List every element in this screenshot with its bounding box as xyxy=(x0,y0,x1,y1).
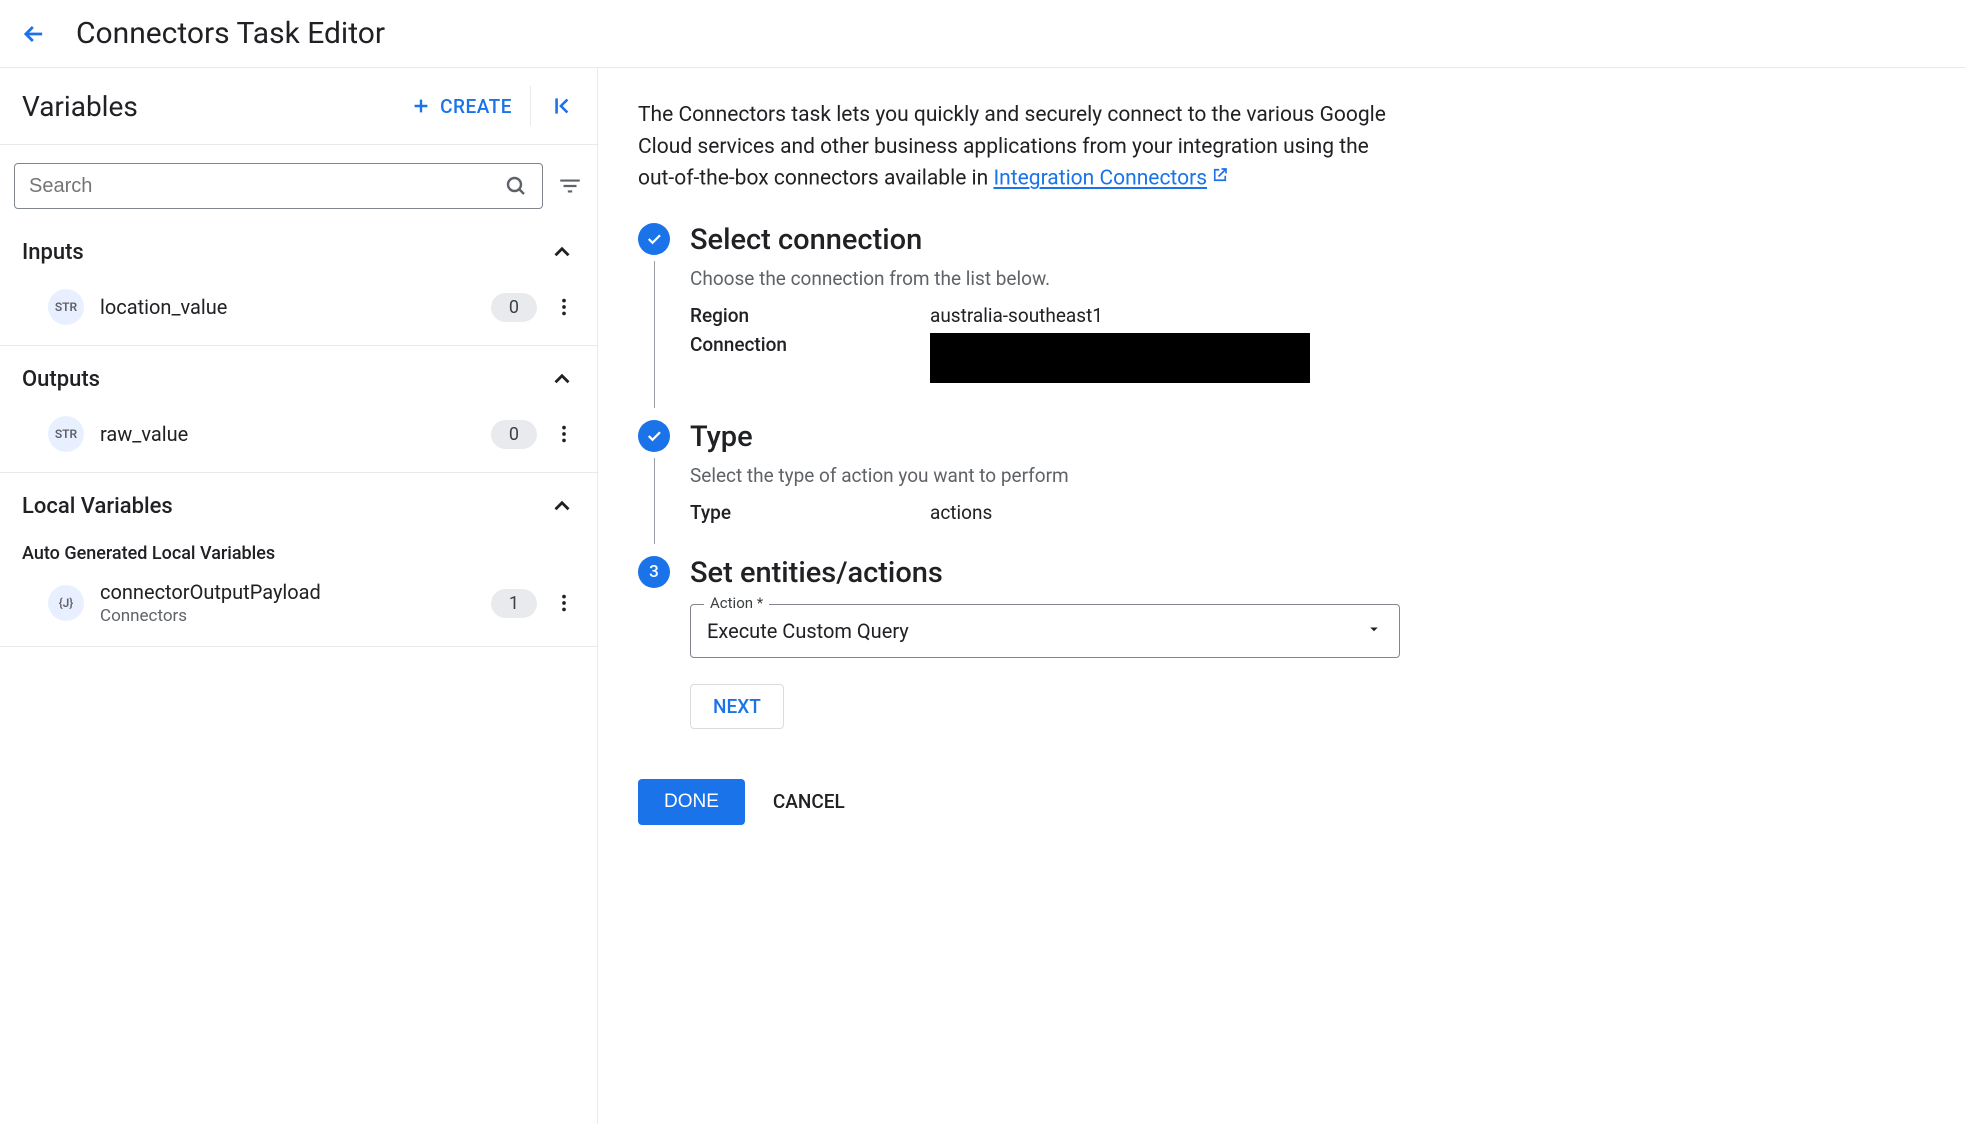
done-button[interactable]: DONE xyxy=(638,779,745,825)
region-value: australia-southeast1 xyxy=(930,304,1926,327)
type-label: Type xyxy=(690,501,930,524)
local-title: Local Variables xyxy=(22,494,173,519)
outputs-section-header[interactable]: Outputs xyxy=(0,352,597,406)
inputs-section-header[interactable]: Inputs xyxy=(0,225,597,279)
cancel-button[interactable]: CANCEL xyxy=(773,790,845,813)
chevron-up-icon xyxy=(549,239,575,265)
variable-name: raw_value xyxy=(100,422,475,446)
connection-value-redacted xyxy=(930,333,1310,383)
step2-title: Type xyxy=(690,420,1926,454)
search-icon xyxy=(504,174,528,198)
step3-title: Set entities/actions xyxy=(690,556,1926,590)
step-number: 3 xyxy=(638,556,670,588)
variable-subtext: Connectors xyxy=(100,606,475,626)
next-button[interactable]: NEXT xyxy=(690,684,784,729)
divider xyxy=(530,86,531,126)
integration-connectors-link[interactable]: Integration Connectors xyxy=(993,166,1207,190)
app-header: Connectors Task Editor xyxy=(0,0,1966,68)
usage-count: 0 xyxy=(491,420,537,449)
type-badge: STR xyxy=(48,416,84,452)
action-select[interactable]: Execute Custom Query xyxy=(690,604,1400,658)
type-badge: STR xyxy=(48,289,84,325)
external-link-icon xyxy=(1211,166,1229,190)
variable-name: connectorOutputPayload xyxy=(100,580,475,604)
filter-icon[interactable] xyxy=(557,173,583,199)
create-button[interactable]: CREATE xyxy=(410,95,512,118)
more-icon[interactable] xyxy=(553,423,575,445)
variables-sidebar: Variables CREATE xyxy=(0,68,598,1124)
outputs-title: Outputs xyxy=(22,367,100,392)
usage-count: 0 xyxy=(491,293,537,322)
back-arrow-icon[interactable] xyxy=(20,20,48,48)
variable-row[interactable]: STR raw_value 0 xyxy=(0,406,597,462)
action-field-label: Action * xyxy=(704,594,769,612)
variable-row[interactable]: {J} connectorOutputPayload Connectors 1 xyxy=(0,570,597,636)
type-value: actions xyxy=(930,501,1926,524)
collapse-panel-icon[interactable] xyxy=(549,93,575,119)
search-input[interactable] xyxy=(29,175,504,198)
step2-subtitle: Select the type of action you want to pe… xyxy=(690,464,1926,487)
step-complete-icon xyxy=(638,223,670,255)
variable-name: location_value xyxy=(100,295,475,319)
intro-text: The Connectors task lets you quickly and… xyxy=(638,100,1398,195)
action-select-value: Execute Custom Query xyxy=(707,619,909,643)
sidebar-title: Variables xyxy=(22,90,138,123)
page-title: Connectors Task Editor xyxy=(76,16,385,51)
type-badge: {J} xyxy=(48,585,84,621)
local-subheader: Auto Generated Local Variables xyxy=(0,533,597,570)
search-box[interactable] xyxy=(14,163,543,209)
step1-title: Select connection xyxy=(690,223,1926,257)
more-icon[interactable] xyxy=(553,592,575,614)
step1-subtitle: Choose the connection from the list belo… xyxy=(690,267,1926,290)
local-section-header[interactable]: Local Variables xyxy=(0,479,597,533)
inputs-title: Inputs xyxy=(22,240,84,265)
create-label: CREATE xyxy=(440,95,512,118)
variable-row[interactable]: STR location_value 0 xyxy=(0,279,597,335)
usage-count: 1 xyxy=(491,589,537,618)
connection-label: Connection xyxy=(690,333,930,388)
region-label: Region xyxy=(690,304,930,327)
chevron-up-icon xyxy=(549,493,575,519)
step-complete-icon xyxy=(638,420,670,452)
chevron-up-icon xyxy=(549,366,575,392)
dropdown-arrow-icon xyxy=(1365,619,1383,643)
editor-content: The Connectors task lets you quickly and… xyxy=(598,68,1966,1124)
more-icon[interactable] xyxy=(553,296,575,318)
